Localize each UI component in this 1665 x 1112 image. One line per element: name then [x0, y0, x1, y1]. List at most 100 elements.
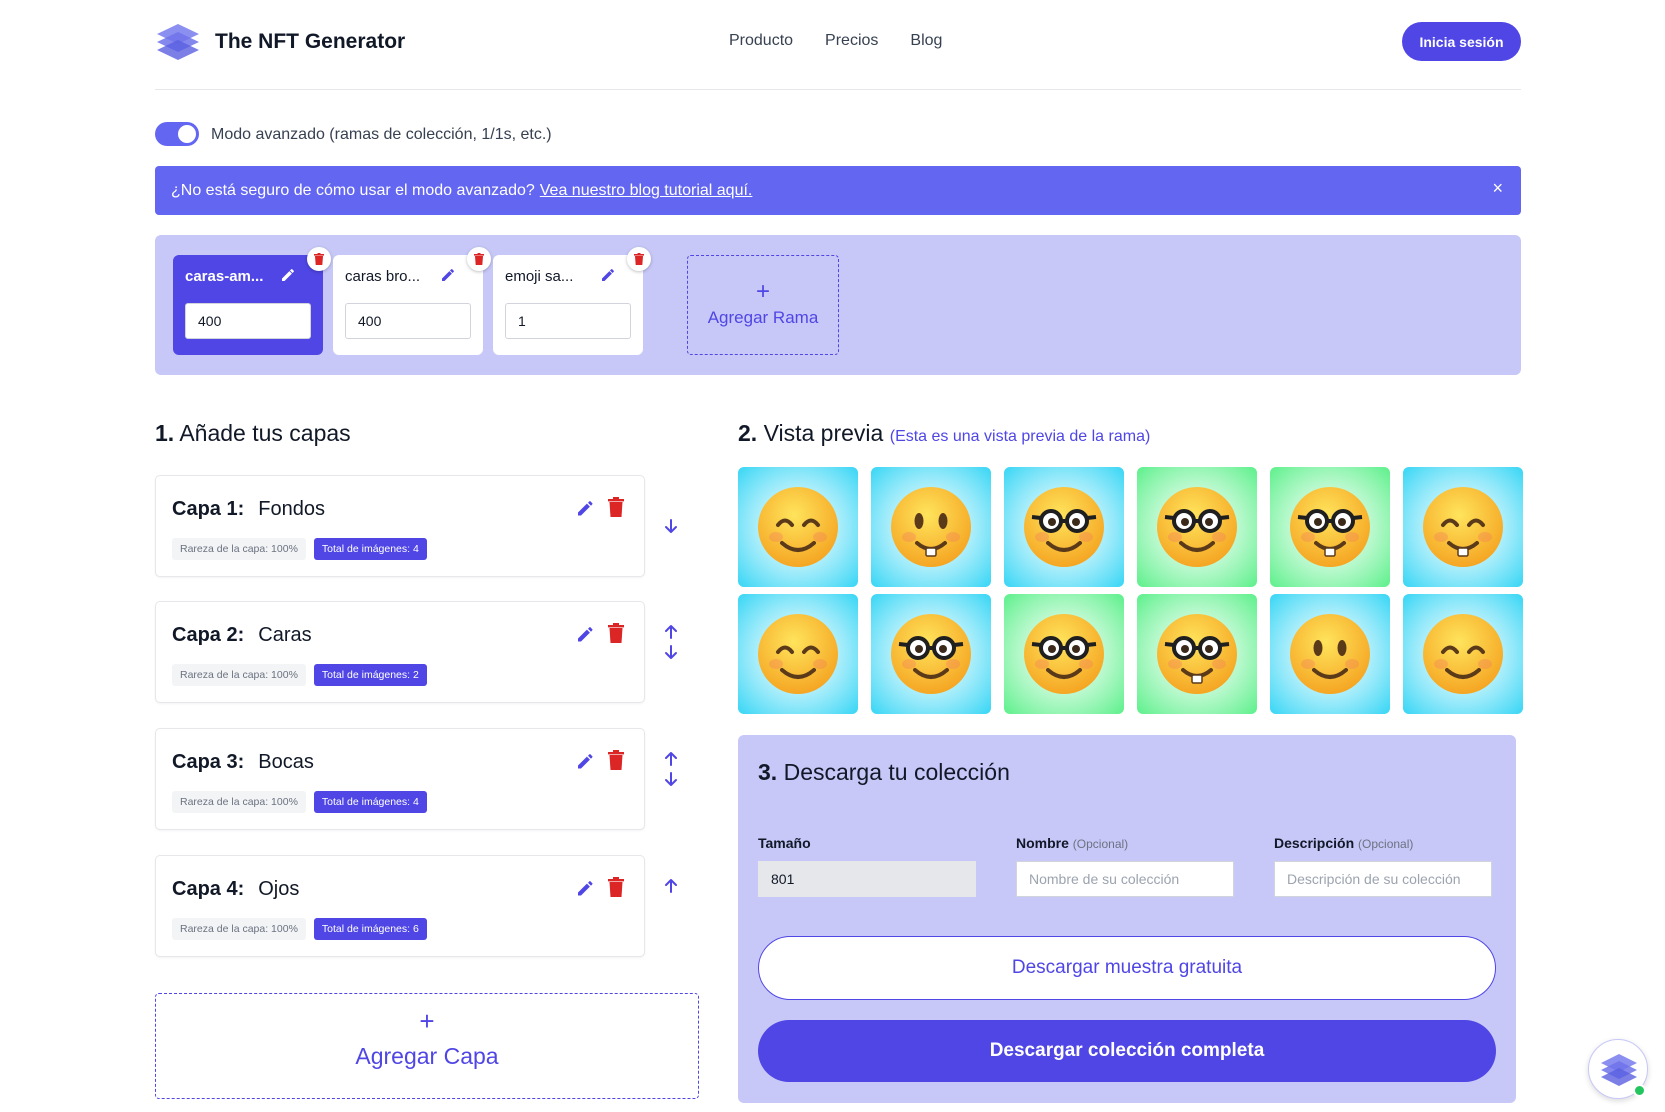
- description-label-text: Descripción: [1274, 835, 1355, 851]
- layer-card[interactable]: Capa 2: Caras Rareza de la capa: 100% Total…: [155, 601, 645, 703]
- preview-tile[interactable]: [1004, 594, 1124, 714]
- arrow-up-icon[interactable]: [662, 750, 680, 768]
- trash-icon[interactable]: [607, 877, 625, 897]
- add-branch-button[interactable]: + Agregar Rama: [687, 255, 839, 355]
- preview-tile[interactable]: [1137, 594, 1257, 714]
- pencil-icon[interactable]: [575, 751, 595, 771]
- preview-tile[interactable]: [1270, 594, 1390, 714]
- emoji-face-icon: [1004, 467, 1124, 587]
- optional-tag: (Opcional): [1072, 837, 1129, 851]
- branch-card[interactable]: caras bro...: [333, 247, 491, 355]
- nav-precios[interactable]: Precios: [825, 32, 878, 50]
- download-panel: 3. Descarga tu colección Tamaño Nombre (…: [738, 735, 1516, 1103]
- pencil-icon[interactable]: [575, 498, 595, 518]
- layer-title: Capa 1: Fondos: [172, 498, 325, 521]
- layer-label: Capa 1:: [172, 498, 245, 520]
- layer-badges: Rareza de la capa: 100% Total de imágenes…: [172, 664, 427, 686]
- description-label: Descripción (Opcional): [1274, 835, 1413, 851]
- preview-tile[interactable]: [1403, 594, 1523, 714]
- arrow-down-icon[interactable]: [662, 517, 680, 535]
- image-count-badge: Total de imágenes: 2: [313, 664, 427, 686]
- branch-card[interactable]: emoji sa...: [493, 247, 651, 355]
- plus-icon: +: [419, 1006, 435, 1036]
- preview-tile[interactable]: [1137, 467, 1257, 587]
- preview-tile[interactable]: [871, 594, 991, 714]
- preview-tile[interactable]: [1403, 467, 1523, 587]
- emoji-face-icon: [1004, 594, 1124, 714]
- download-full-collection-button[interactable]: Descargar colección completa: [758, 1020, 1496, 1082]
- nav-producto[interactable]: Producto: [729, 32, 793, 50]
- trash-icon: [634, 253, 644, 265]
- pencil-icon[interactable]: [575, 624, 595, 644]
- size-label: Tamaño: [758, 835, 811, 851]
- arrow-down-icon[interactable]: [662, 643, 680, 661]
- arrow-up-icon[interactable]: [662, 623, 680, 641]
- emoji-face-icon: [738, 467, 858, 587]
- add-layer-button[interactable]: + Agregar Capa: [155, 993, 699, 1099]
- arrow-up-icon[interactable]: [662, 877, 680, 895]
- emoji-face-icon: [1270, 594, 1390, 714]
- download-free-sample-button[interactable]: Descargar muestra gratuita: [758, 936, 1496, 1000]
- branch-size-input[interactable]: [345, 303, 471, 339]
- layer-title: Capa 2: Caras: [172, 624, 312, 647]
- trash-icon[interactable]: [607, 623, 625, 643]
- emoji-face-icon: [1403, 594, 1523, 714]
- emoji-face-icon: [1137, 594, 1257, 714]
- delete-branch-button[interactable]: [307, 247, 331, 271]
- layer-label: Capa 2:: [172, 624, 245, 646]
- section-title: Vista previa: [763, 420, 884, 446]
- toggle-knob: [178, 125, 196, 143]
- advanced-mode-toggle[interactable]: [155, 122, 199, 146]
- preview-subtitle: (Esta es una vista previa de la rama): [889, 428, 1151, 445]
- layer-badges: Rareza de la capa: 100% Total de imágenes…: [172, 538, 427, 560]
- banner-tutorial-link[interactable]: Vea nuestro blog tutorial aquí.: [540, 182, 753, 200]
- layer-card[interactable]: Capa 3: Bocas Rareza de la capa: 100% Total…: [155, 728, 645, 830]
- trash-icon[interactable]: [607, 750, 625, 770]
- trash-icon: [314, 253, 324, 265]
- brand-name[interactable]: The NFT Generator: [215, 30, 405, 54]
- branch-card[interactable]: caras-am...: [173, 247, 331, 355]
- preview-tile[interactable]: [871, 467, 991, 587]
- image-count-badge: Total de imágenes: 4: [313, 791, 427, 813]
- layer-label: Capa 4:: [172, 878, 245, 900]
- layer-card[interactable]: Capa 1: Fondos Rareza de la capa: 100% Tota…: [155, 475, 645, 577]
- name-label: Nombre (Opcional): [1016, 835, 1128, 851]
- preview-tile[interactable]: [738, 594, 858, 714]
- pencil-icon[interactable]: [575, 878, 595, 898]
- trash-icon: [474, 253, 484, 265]
- banner-text: ¿No está seguro de cómo usar el modo ava…: [171, 181, 535, 199]
- branch-size-input[interactable]: [185, 303, 311, 339]
- emoji-face-icon: [871, 594, 991, 714]
- image-count-badge: Total de imágenes: 6: [313, 918, 427, 940]
- preview-tile[interactable]: [1270, 467, 1390, 587]
- pencil-icon[interactable]: [280, 267, 296, 283]
- layer-badges: Rareza de la capa: 100% Total de imágenes…: [172, 791, 427, 813]
- size-label-text: Tamaño: [758, 835, 811, 851]
- close-icon[interactable]: ×: [1492, 178, 1503, 199]
- layer-title: Capa 4: Ojos: [172, 878, 299, 901]
- delete-branch-button[interactable]: [467, 247, 491, 271]
- chat-widget-button[interactable]: [1588, 1039, 1648, 1099]
- size-input[interactable]: [758, 861, 976, 897]
- layer-title: Capa 3: Bocas: [172, 751, 314, 774]
- preview-tile[interactable]: [738, 467, 858, 587]
- layer-card[interactable]: Capa 4: Ojos Rareza de la capa: 100% Total …: [155, 855, 645, 957]
- pencil-icon[interactable]: [440, 267, 456, 283]
- main-nav: Producto Precios Blog: [729, 32, 942, 50]
- layer-name: Caras: [258, 624, 312, 646]
- delete-branch-button[interactable]: [627, 247, 651, 271]
- collection-name-input[interactable]: [1016, 861, 1234, 897]
- section-title: Descarga tu colección: [783, 759, 1010, 785]
- pencil-icon[interactable]: [600, 267, 616, 283]
- trash-icon[interactable]: [607, 497, 625, 517]
- rarity-badge: Rareza de la capa: 100%: [172, 538, 306, 560]
- layers-logo-icon[interactable]: [155, 22, 201, 62]
- arrow-down-icon[interactable]: [662, 770, 680, 788]
- download-heading: 3. Descarga tu colección: [758, 759, 1010, 786]
- branch-size-input[interactable]: [505, 303, 631, 339]
- nav-blog[interactable]: Blog: [910, 32, 942, 50]
- signin-button[interactable]: Inicia sesión: [1402, 22, 1521, 61]
- collection-description-input[interactable]: [1274, 861, 1492, 897]
- preview-tile[interactable]: [1004, 467, 1124, 587]
- image-count-badge: Total de imágenes: 4: [313, 538, 427, 560]
